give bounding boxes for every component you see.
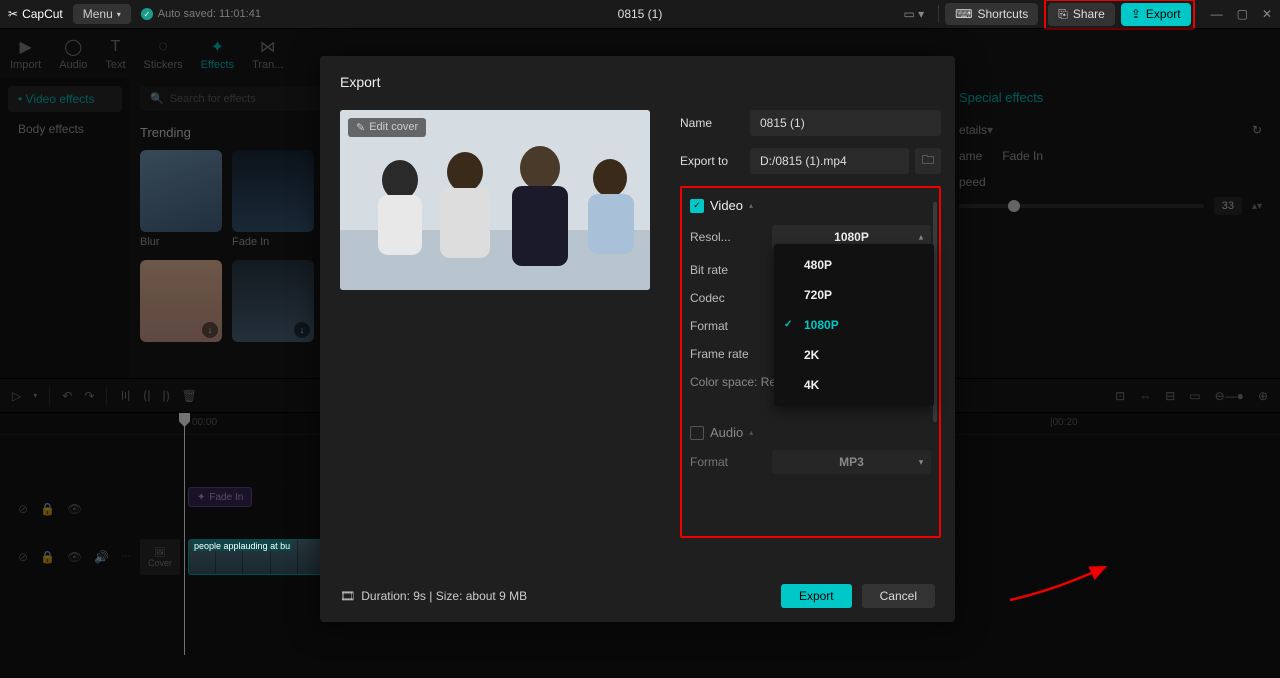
film-icon: 🎞 <box>340 589 355 603</box>
maximize-icon[interactable]: ▢ <box>1237 7 1248 21</box>
modal-title: Export <box>340 74 935 90</box>
close-icon[interactable]: ✕ <box>1262 7 1272 21</box>
export-button[interactable]: Export <box>781 584 852 608</box>
export-icon: ⇪ <box>1131 7 1141 21</box>
preview-image <box>340 110 650 290</box>
codec-label: Codec <box>690 291 772 305</box>
chevron-down-icon: ▾ <box>919 458 923 467</box>
highlight-share-export: ⎘Share ⇪Export <box>1044 0 1194 30</box>
cancel-button[interactable]: Cancel <box>862 584 935 608</box>
video-section: ✓Video▴ Resol... 1080P▴ Bit rate Codec F… <box>680 186 941 538</box>
name-label: Name <box>680 116 750 130</box>
ratio-icon[interactable]: ▭ ▾ <box>895 4 932 24</box>
audio-checkbox[interactable] <box>690 426 704 440</box>
share-button[interactable]: ⎘Share <box>1048 3 1115 26</box>
autosave-status: ✓ Auto saved: 11:01:41 <box>141 8 261 20</box>
check-icon: ✓ <box>141 8 153 20</box>
clip-label: people applauding at bu <box>192 541 292 551</box>
check-icon: ✓ <box>784 319 792 330</box>
bitrate-label: Bit rate <box>690 263 772 277</box>
collapse-icon[interactable]: ▴ <box>749 428 753 437</box>
dropdown-item-2k[interactable]: 2K <box>774 340 934 370</box>
folder-icon: 🗀 <box>922 151 934 172</box>
preview-thumbnail: ✎Edit cover <box>340 110 650 290</box>
audio-format-select[interactable]: MP3▾ <box>772 450 931 474</box>
chevron-down-icon: ▾ <box>117 10 121 19</box>
resolution-dropdown: 480P 720P ✓1080P 2K 4K <box>774 244 934 406</box>
chevron-up-icon: ▴ <box>919 233 923 242</box>
scissors-icon: ✂ <box>8 7 18 21</box>
export-modal: Export ✎Edit cover Name 0815 (1) Export … <box>320 56 955 622</box>
project-title: 0815 (1) <box>618 7 663 21</box>
export-button-top[interactable]: ⇪Export <box>1121 3 1191 26</box>
share-icon: ⎘ <box>1058 7 1068 22</box>
app-name: CapCut <box>22 7 63 21</box>
framerate-label: Frame rate <box>690 347 772 361</box>
edit-cover-button[interactable]: ✎Edit cover <box>348 118 426 137</box>
video-checkbox[interactable]: ✓ <box>690 199 704 213</box>
shortcuts-button[interactable]: ⌨Shortcuts <box>945 3 1038 25</box>
dropdown-item-1080p[interactable]: ✓1080P <box>774 310 934 340</box>
collapse-icon[interactable]: ▴ <box>749 201 753 210</box>
video-head: Video <box>710 198 743 213</box>
resolution-label: Resol... <box>690 230 772 244</box>
minimize-icon[interactable]: — <box>1211 7 1223 21</box>
dropdown-item-720p[interactable]: 720P <box>774 280 934 310</box>
dropdown-item-480p[interactable]: 480P <box>774 250 934 280</box>
duration-info: 🎞Duration: 9s | Size: about 9 MB <box>340 589 527 603</box>
keyboard-icon: ⌨ <box>955 7 972 21</box>
pencil-icon: ✎ <box>356 121 365 134</box>
exportto-input[interactable]: D:/0815 (1).mp4 <box>750 148 909 174</box>
name-input[interactable]: 0815 (1) <box>750 110 941 136</box>
topbar: ✂ CapCut Menu▾ ✓ Auto saved: 11:01:41 08… <box>0 0 1280 28</box>
exportto-label: Export to <box>680 154 750 168</box>
audio-head: Audio <box>710 425 743 440</box>
format-label: Format <box>690 319 772 333</box>
dropdown-item-4k[interactable]: 4K <box>774 370 934 400</box>
browse-button[interactable]: 🗀 <box>915 148 941 174</box>
audio-format-label: Format <box>690 455 772 469</box>
app-logo: ✂ CapCut <box>8 7 63 21</box>
menu-button[interactable]: Menu▾ <box>73 4 131 24</box>
